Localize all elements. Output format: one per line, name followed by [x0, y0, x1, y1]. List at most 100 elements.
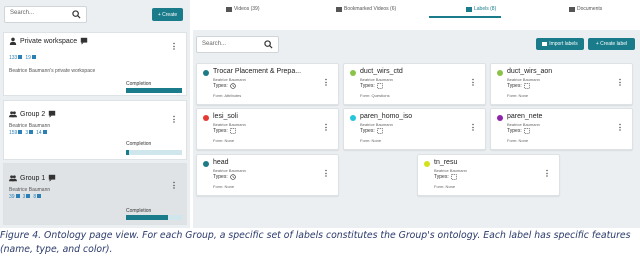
label-menu-icon[interactable]: ⋮	[469, 123, 477, 132]
chat-icon	[49, 110, 56, 118]
video-icon	[18, 130, 23, 134]
tab-videos[interactable]: Videos (39)	[226, 6, 259, 12]
label-form: Form: None	[434, 184, 456, 189]
figure-caption: Figure 4. Ontology page view. For each G…	[0, 230, 631, 255]
search-icon[interactable]	[264, 40, 273, 49]
search-icon[interactable]	[72, 10, 81, 19]
bookmark-icon	[26, 194, 31, 198]
label-color-dot	[497, 70, 503, 76]
label-menu-icon[interactable]: ⋮	[543, 169, 551, 178]
group-card-group-1[interactable]: Group 1 ⋮ Beatrice Baumann 39 3 8 Comple…	[3, 163, 187, 225]
label-owner: Beatrice Baumann	[213, 77, 246, 82]
group-menu-icon[interactable]: ⋮	[170, 42, 178, 51]
dashed-square-icon	[377, 83, 383, 89]
group-card-private-workspace[interactable]: Private workspace ⋮ 133 19 Beatrice Baum…	[3, 32, 187, 96]
label-color-dot	[203, 70, 209, 76]
group-card-group-2[interactable]: Group 2 ⋮ Beatrice Baumann 159 3 14 Comp…	[3, 100, 187, 160]
bookmark-icon	[336, 6, 342, 12]
label-card[interactable]: Trocar Placement & Prepa... Beatrice Baum…	[196, 63, 339, 105]
clock-icon	[230, 174, 236, 180]
completion-bar	[126, 88, 182, 93]
create-group-button[interactable]: + Create	[152, 8, 183, 21]
import-labels-button[interactable]: Import labels	[536, 38, 584, 50]
label-menu-icon[interactable]: ⋮	[322, 169, 330, 178]
label-owner: Beatrice Baumann	[360, 77, 393, 82]
label-color-dot	[203, 115, 209, 121]
import-icon	[542, 42, 548, 46]
label-form: Form: Attributes	[213, 93, 242, 98]
person-icon	[9, 37, 17, 45]
label-types: Types:	[213, 128, 236, 134]
chat-icon	[49, 174, 56, 182]
active-tab-indicator	[429, 16, 501, 18]
video-icon	[15, 194, 20, 198]
tab-labels[interactable]: Labels (8)	[466, 6, 496, 12]
completion-label: Completion	[126, 141, 152, 147]
label-card[interactable]: duct_wirs_aon Beatrice Baumann Types: Form:…	[490, 63, 633, 105]
label-card[interactable]: duct_wirs_ctd Beatrice Baumann Types: Form:…	[343, 63, 486, 105]
labels-panel: Search... Import labels + Create label T…	[193, 30, 640, 228]
label-name: Trocar Placement & Prepa...	[213, 68, 302, 75]
video-icon	[18, 55, 23, 59]
label-menu-icon[interactable]: ⋮	[469, 78, 477, 87]
group-counts: 39 3 8	[9, 194, 42, 200]
groups-sidebar: Search... + Create Private workspace ⋮ 1…	[0, 0, 190, 228]
completion-bar	[126, 150, 182, 155]
label-name: duct_wirs_aon	[507, 68, 553, 75]
label-name: lesi_soli	[213, 113, 238, 120]
group-title: Private workspace	[20, 37, 78, 45]
label-menu-icon[interactable]: ⋮	[616, 78, 624, 87]
label-types: Types:	[507, 128, 530, 134]
clock-icon	[230, 83, 236, 89]
completion-fill	[126, 150, 130, 155]
dashed-square-icon	[230, 128, 236, 134]
tab-bar: Videos (39) Bookmarked Videos (6) Labels…	[193, 0, 640, 22]
label-name: head	[213, 159, 229, 166]
dashed-square-icon	[377, 128, 383, 134]
label-color-dot	[497, 115, 503, 121]
group-search-input[interactable]: Search...	[4, 6, 87, 23]
label-icon	[37, 194, 42, 198]
label-icon	[42, 130, 47, 134]
completion-label: Completion	[126, 81, 152, 87]
group-title: Group 2	[20, 110, 46, 118]
label-icon	[466, 6, 472, 12]
label-card[interactable]: lesi_soli Beatrice Baumann Types: Form: Non…	[196, 108, 339, 150]
label-types: Types:	[434, 174, 457, 180]
label-form: Form: None	[507, 93, 529, 98]
group-title: Group 1	[20, 174, 46, 182]
create-label-button[interactable]: + Create label	[588, 38, 635, 50]
label-card[interactable]: paren_nete Beatrice Baumann Types: Form: No…	[490, 108, 633, 150]
label-card[interactable]: paren_homo_iso Beatrice Baumann Types: Form…	[343, 108, 486, 150]
label-types: Types:	[360, 128, 383, 134]
group-icon	[9, 175, 17, 182]
group-owner: Beatrice Baumann	[9, 187, 51, 193]
group-menu-icon[interactable]: ⋮	[170, 115, 178, 124]
label-name: duct_wirs_ctd	[360, 68, 403, 75]
completion-bar	[126, 215, 182, 220]
label-search-input[interactable]: Search...	[196, 36, 279, 53]
label-types: Types:	[213, 174, 236, 180]
dashed-square-icon	[451, 174, 457, 180]
group-owner: Beatrice Baumann	[9, 123, 51, 129]
label-card[interactable]: tn_resu Beatrice Baumann Types: Form: None ⋮	[417, 154, 560, 196]
label-name: tn_resu	[434, 159, 458, 166]
folder-icon	[569, 6, 575, 12]
group-counts: 159 3 14	[9, 130, 47, 136]
label-form: Form: None	[507, 138, 529, 143]
label-color-dot	[350, 115, 356, 121]
dashed-square-icon	[524, 83, 530, 89]
completion-fill	[126, 215, 168, 220]
group-icon	[9, 111, 17, 118]
label-card[interactable]: head Beatrice Baumann Types: Form: None ⋮	[196, 154, 339, 196]
group-menu-icon[interactable]: ⋮	[170, 181, 178, 190]
tab-bookmarked-videos[interactable]: Bookmarked Videos (6)	[336, 6, 396, 12]
group-owner: Beatrice Baumann's private workspace	[9, 68, 96, 74]
label-owner: Beatrice Baumann	[360, 122, 393, 127]
tab-documents[interactable]: Documents	[569, 6, 602, 12]
label-owner: Beatrice Baumann	[507, 122, 540, 127]
label-menu-icon[interactable]: ⋮	[322, 78, 330, 87]
label-menu-icon[interactable]: ⋮	[616, 123, 624, 132]
label-menu-icon[interactable]: ⋮	[322, 123, 330, 132]
search-placeholder: Search...	[10, 10, 35, 16]
